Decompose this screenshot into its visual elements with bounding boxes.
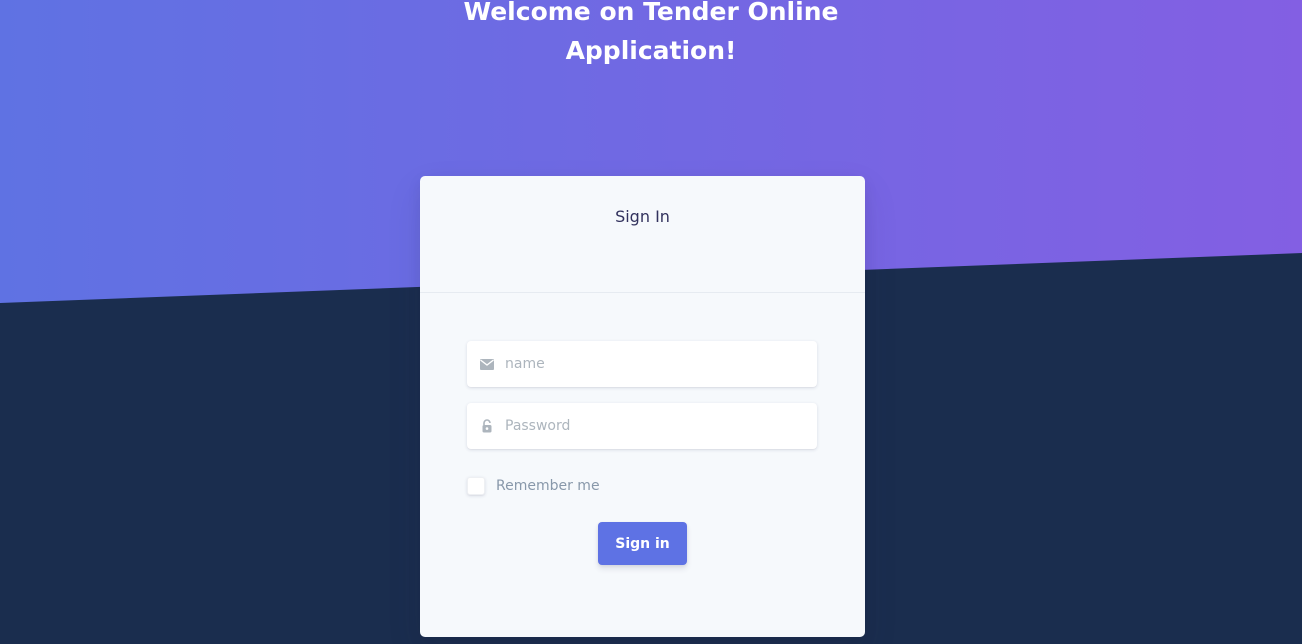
login-card: Sign In Remember me	[420, 176, 865, 637]
remember-me-row: Remember me	[467, 477, 818, 495]
envelope-icon	[467, 341, 505, 387]
lock-icon	[467, 403, 505, 449]
welcome-heading-line2: Application!	[565, 36, 737, 65]
welcome-heading: Welcome on Tender Online Application!	[0, 0, 1302, 70]
login-form: Remember me Sign in	[420, 293, 865, 565]
password-input[interactable]	[505, 403, 817, 449]
login-card-header: Sign In	[420, 176, 865, 293]
remember-me-checkbox[interactable]	[467, 477, 485, 495]
remember-me-label[interactable]: Remember me	[496, 478, 600, 494]
login-card-title: Sign In	[615, 207, 670, 226]
submit-row: Sign in	[467, 522, 818, 565]
sign-in-button[interactable]: Sign in	[598, 522, 687, 565]
welcome-heading-line1: Welcome on Tender Online	[463, 0, 839, 26]
password-input-group	[467, 403, 817, 449]
name-input-group	[467, 341, 817, 387]
name-input[interactable]	[505, 341, 817, 387]
